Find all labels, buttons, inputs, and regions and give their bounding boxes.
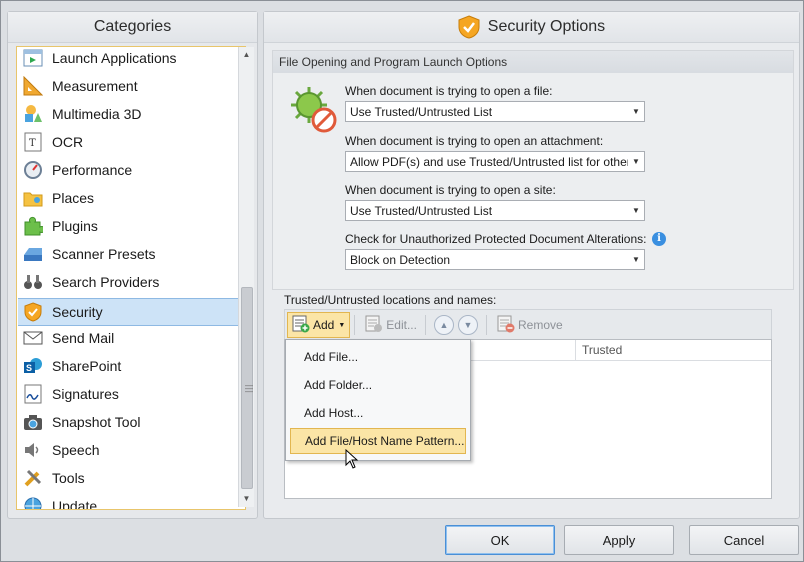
open-attachment-label: When document is trying to open an attac… <box>345 134 604 148</box>
security-options-title: Security Options <box>487 18 606 35</box>
category-update[interactable]: Update <box>18 492 238 509</box>
open-file-select[interactable]: Use Trusted/Untrusted List ▼ <box>345 101 645 122</box>
security-options-title-bar: Security Options <box>264 12 799 43</box>
category-ocr[interactable]: T OCR <box>18 128 238 156</box>
categories-scrollbar[interactable]: ▲ — — — ▼ <box>238 47 254 507</box>
camera-icon <box>22 411 44 433</box>
ok-button[interactable]: OK <box>445 525 555 555</box>
move-up-icon[interactable]: ▲ <box>433 315 454 335</box>
add-list-icon <box>292 315 310 336</box>
remove-button[interactable]: Remove <box>493 313 567 337</box>
scrollbar-thumb[interactable]: — — — <box>241 287 253 489</box>
trusted-locations-label: Trusted/Untrusted locations and names: <box>284 293 497 307</box>
category-send-mail[interactable]: Send Mail <box>18 324 238 352</box>
chevron-down-icon: ▼ <box>632 157 640 166</box>
chevron-down-icon: ▼ <box>632 255 640 264</box>
grid-column-header-trusted[interactable]: Trusted <box>575 340 771 361</box>
scanner-icon <box>22 243 44 265</box>
remove-list-icon <box>497 315 515 336</box>
categories-panel: Categories Launch Applications Measureme… <box>7 11 258 519</box>
category-performance[interactable]: Performance <box>18 156 238 184</box>
chevron-down-icon: ▼ <box>632 107 640 116</box>
svg-text:T: T <box>29 138 36 149</box>
category-scanner-presets[interactable]: Scanner Presets <box>18 240 238 268</box>
shield-icon <box>458 15 480 39</box>
binoculars-icon <box>22 271 44 293</box>
open-site-select[interactable]: Use Trusted/Untrusted List ▼ <box>345 200 645 221</box>
menu-item-add-pattern[interactable]: Add File/Host Name Pattern... <box>290 428 466 454</box>
options-dialog: Categories Launch Applications Measureme… <box>0 0 804 562</box>
cancel-button[interactable]: Cancel <box>689 525 799 555</box>
open-attachment-select[interactable]: Allow PDF(s) and use Trusted/Untrusted l… <box>345 151 645 172</box>
category-measurement[interactable]: Measurement <box>18 72 238 100</box>
globe-icon <box>22 495 44 509</box>
open-site-label: When document is trying to open a site: <box>345 183 556 197</box>
mail-icon <box>22 327 44 349</box>
shapes-3d-icon <box>22 103 44 125</box>
chevron-down-icon: ▼ <box>632 206 640 215</box>
file-opening-group: File Opening and Program Launch Options … <box>272 50 794 290</box>
virus-blocked-icon <box>291 87 337 133</box>
move-down-icon[interactable]: ▼ <box>457 315 478 335</box>
toolbar-separator <box>354 315 356 335</box>
ocr-icon: T <box>22 131 44 153</box>
category-multimedia-3d[interactable]: Multimedia 3D <box>18 100 238 128</box>
open-file-label: When document is trying to open a file: <box>345 84 553 98</box>
apply-button[interactable]: Apply <box>564 525 674 555</box>
edit-button[interactable]: Edit... <box>361 313 421 337</box>
category-snapshot-tool[interactable]: Snapshot Tool <box>18 408 238 436</box>
folder-icon <box>22 187 44 209</box>
categories-list[interactable]: Launch Applications Measurement Multimed… <box>16 46 246 510</box>
category-plugins[interactable]: Plugins <box>18 212 238 240</box>
chevron-down-icon: ▼ <box>338 321 346 329</box>
alterations-label: Check for Unauthorized Protected Documen… <box>345 232 647 246</box>
menu-item-add-file[interactable]: Add File... <box>290 344 466 370</box>
info-icon[interactable]: i <box>652 232 666 246</box>
category-signatures[interactable]: Signatures <box>18 380 238 408</box>
ruler-icon <box>22 75 44 97</box>
gauge-icon <box>22 159 44 181</box>
edit-list-icon <box>365 315 383 336</box>
categories-title: Categories <box>8 12 257 43</box>
signature-icon <box>22 383 44 405</box>
toolbar-separator <box>485 315 487 335</box>
category-launch-applications[interactable]: Launch Applications <box>18 47 238 72</box>
menu-item-add-host[interactable]: Add Host... <box>290 400 466 426</box>
puzzle-icon <box>22 215 44 237</box>
menu-item-add-folder[interactable]: Add Folder... <box>290 372 466 398</box>
category-security[interactable]: Security <box>18 298 238 326</box>
grip-icon: — — — <box>245 381 253 396</box>
category-places[interactable]: Places <box>18 184 238 212</box>
tools-icon <box>22 467 44 489</box>
scroll-down-icon[interactable]: ▼ <box>239 491 254 507</box>
group-title: File Opening and Program Launch Options <box>273 51 793 73</box>
category-tools[interactable]: Tools <box>18 464 238 492</box>
scroll-up-icon[interactable]: ▲ <box>239 47 254 63</box>
shield-icon <box>22 301 44 323</box>
category-speech[interactable]: Speech <box>18 436 238 464</box>
add-dropdown-menu: Add File... Add Folder... Add Host... Ad… <box>285 339 471 461</box>
toolbar-separator <box>424 315 426 335</box>
mouse-cursor-icon <box>345 449 359 469</box>
sharepoint-icon: S <box>22 355 44 377</box>
category-search-providers[interactable]: Search Providers <box>18 268 238 296</box>
trusted-toolbar: Add ▼ Edit... ▲ ▼ Remove <box>284 309 772 340</box>
svg-text:S: S <box>26 363 32 373</box>
alterations-select[interactable]: Block on Detection ▼ <box>345 249 645 270</box>
add-button[interactable]: Add ▼ <box>287 312 351 338</box>
speaker-icon <box>22 439 44 461</box>
launch-app-icon <box>22 47 44 69</box>
category-sharepoint[interactable]: S SharePoint <box>18 352 238 380</box>
